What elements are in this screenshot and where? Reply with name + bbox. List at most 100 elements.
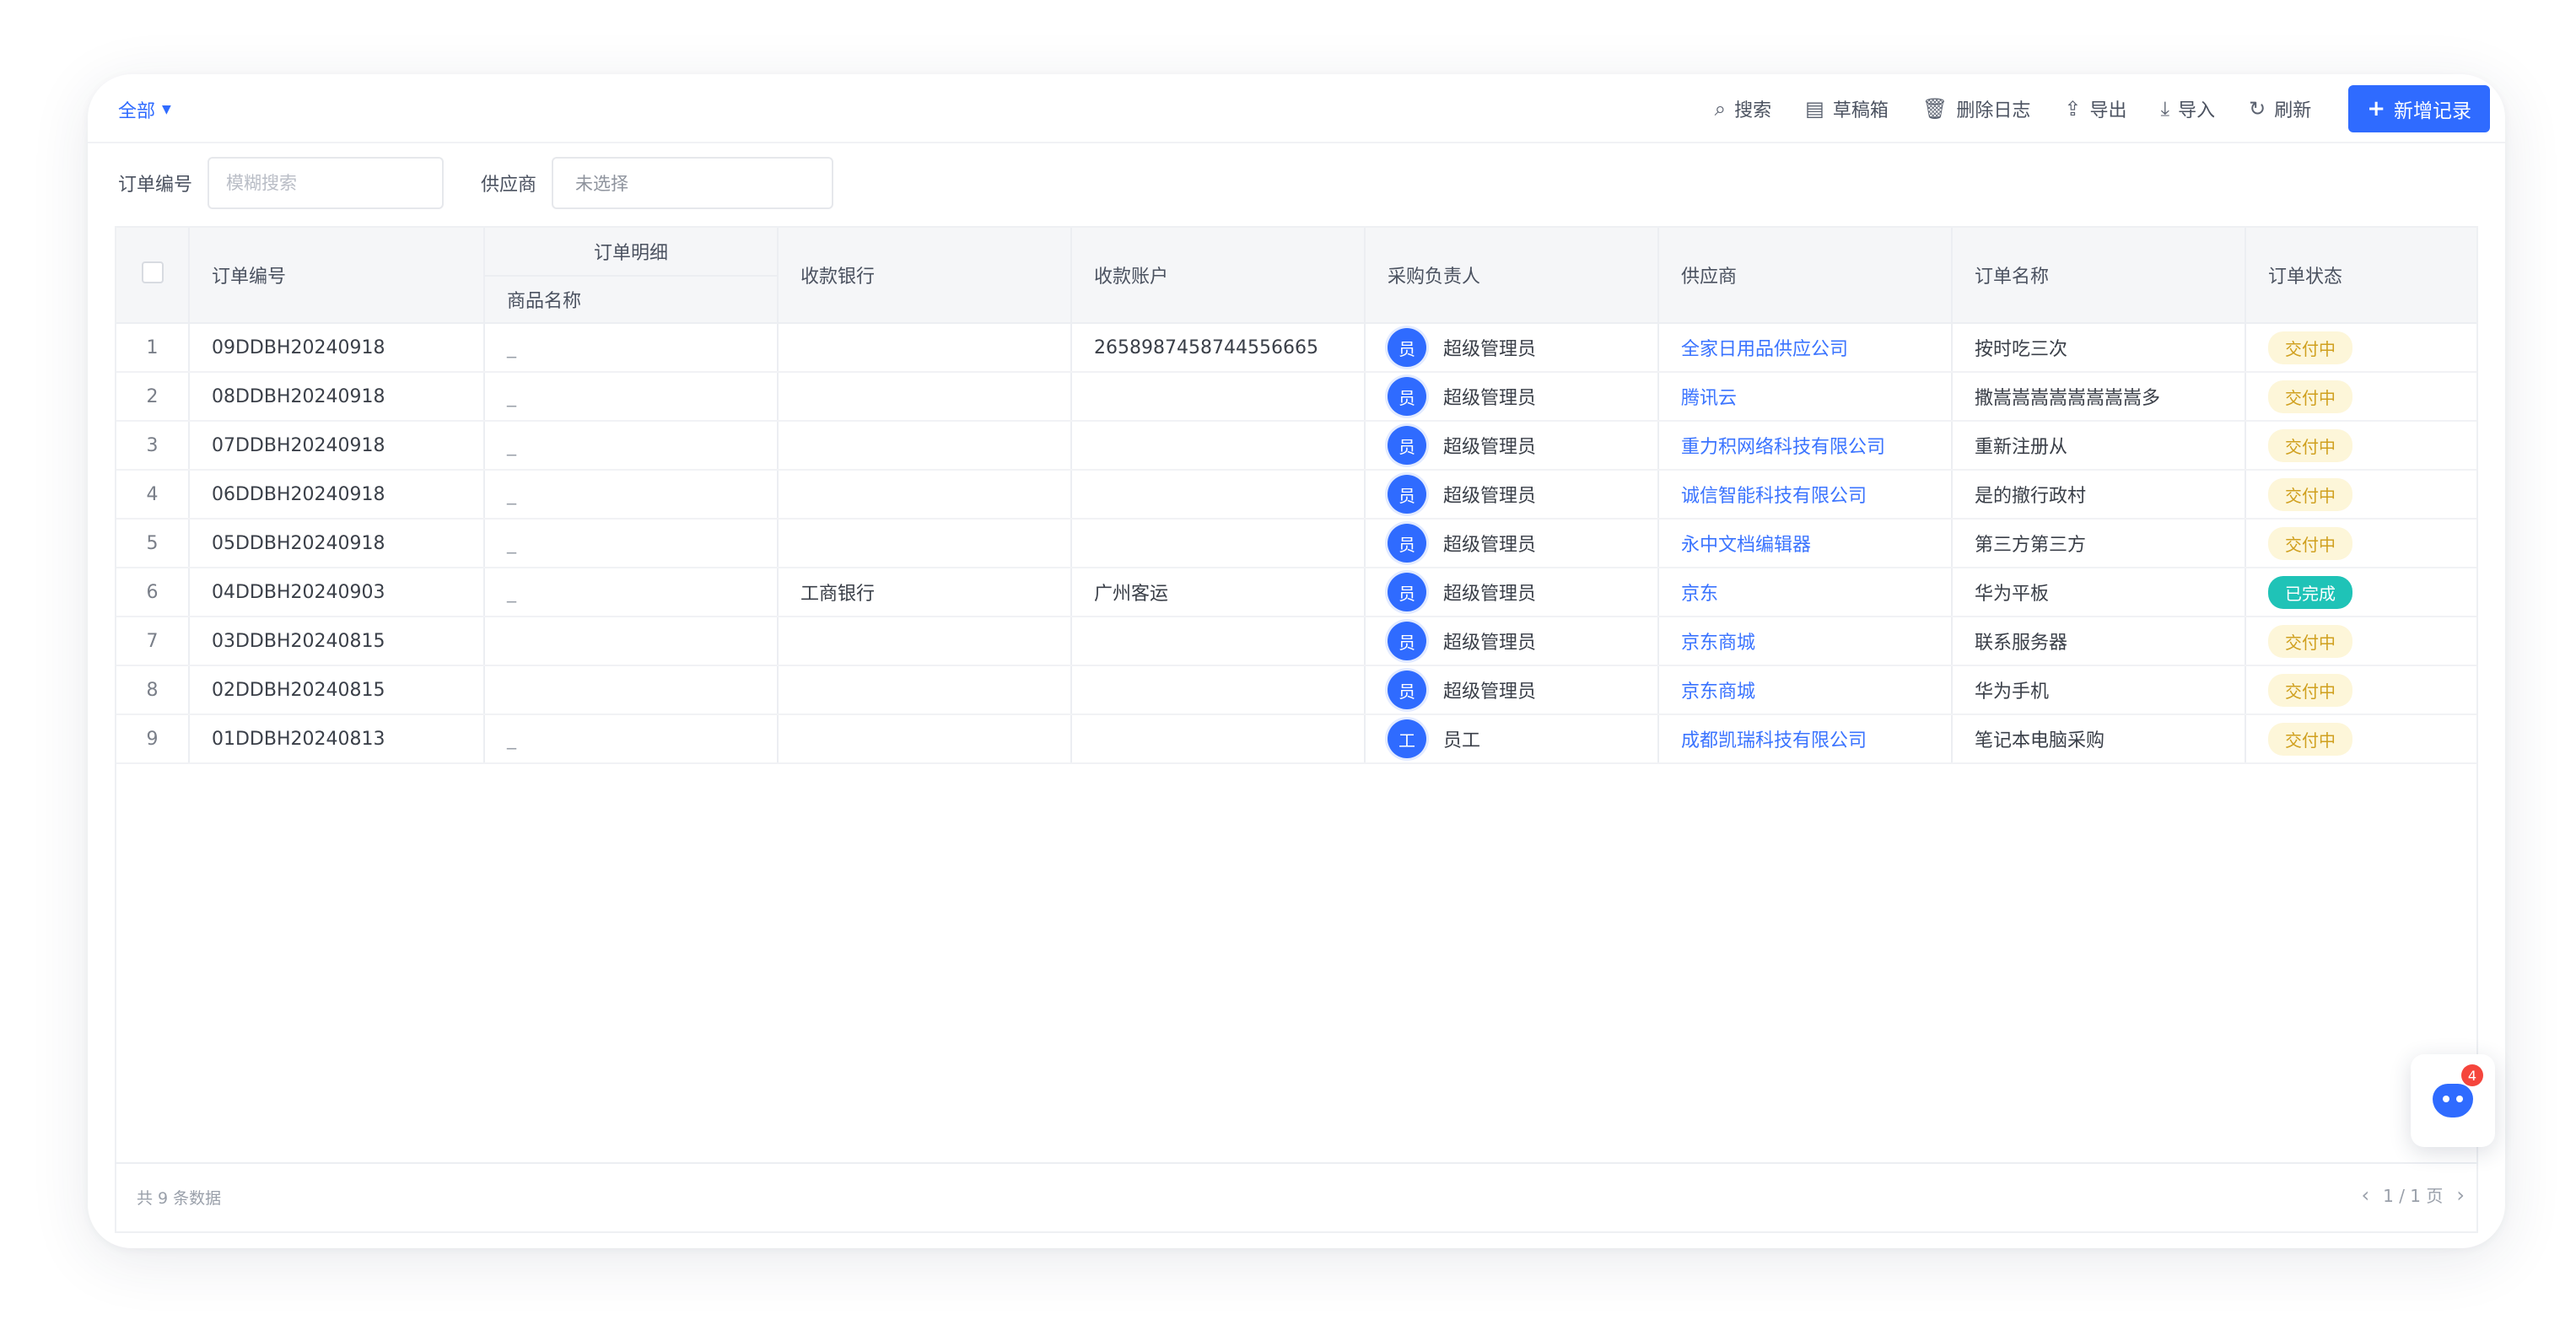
supplier-link[interactable]: 成都凯瑞科技有限公司 (1681, 730, 1867, 751)
delete-log-button[interactable]: 🗑 删除日志 (1922, 95, 2030, 122)
supplier-link[interactable]: 诚信智能科技有限公司 (1681, 486, 1867, 507)
supplier-cell: 诚信智能科技有限公司 (1658, 470, 1953, 520)
header-status[interactable]: 订单状态 (2245, 228, 2476, 324)
supplier-cell: 永中文档编辑器 (1658, 519, 1953, 568)
order-no-search-input[interactable] (207, 157, 445, 209)
footer-divider (115, 1162, 2478, 1164)
order-no-cell: 07DDBH20240918 (189, 421, 485, 471)
product-name-cell (484, 617, 779, 666)
select-all-checkbox[interactable] (141, 261, 164, 283)
buyer-name: 超级管理员 (1443, 681, 1537, 703)
buyer-cell: 员超级管理员 (1365, 519, 1659, 568)
buyer-name: 超级管理员 (1443, 339, 1537, 360)
supplier-link[interactable]: 京东商城 (1681, 681, 1755, 703)
row-index: 8 (116, 665, 190, 715)
header-order-name[interactable]: 订单名称 (1952, 228, 2246, 324)
order-name-cell: 撒嵩嵩嵩嵩嵩嵩嵩嵩多 (1952, 372, 2246, 422)
buyer-name: 超级管理员 (1443, 535, 1537, 556)
supplier-link[interactable]: 京东 (1681, 584, 1718, 605)
order-no-cell: 08DDBH20240918 (189, 372, 485, 422)
next-page-icon[interactable]: › (2456, 1183, 2465, 1207)
account-cell: 广州客运 (1071, 568, 1366, 617)
supplier-cell: 京东商城 (1658, 665, 1953, 715)
toolbar-divider (88, 142, 2505, 143)
table-row[interactable]: 2 08DDBH20240918 _ 员超级管理员 腾讯云 撒嵩嵩嵩嵩嵩嵩嵩嵩多 交付中 (116, 372, 2476, 422)
order-no-cell: 06DDBH20240918 (189, 470, 485, 520)
search-button[interactable]: ⌕ 搜索 (1715, 95, 1771, 122)
buyer-cell: 员超级管理员 (1365, 665, 1659, 715)
buyer-cell: 工员工 (1365, 714, 1659, 764)
trash-icon: 🗑 (1921, 97, 1948, 121)
bank-cell (778, 714, 1072, 764)
supplier-link[interactable]: 京东商城 (1681, 633, 1755, 654)
bank-cell (778, 470, 1072, 520)
robot-icon (2433, 1084, 2473, 1118)
status-badge: 已完成 (2268, 575, 2352, 609)
refresh-button[interactable]: ↻ 刷新 (2249, 95, 2311, 122)
import-button-label: 导入 (2178, 100, 2216, 121)
header-bank[interactable]: 收款银行 (778, 228, 1072, 324)
buyer-name: 员工 (1443, 730, 1481, 751)
orders-table: 订单编号 订单明细 收款银行 收款账户 采购负责人 供应商 订单名称 订单状态 … (115, 226, 2478, 1233)
bank-cell: 工商银行 (778, 568, 1072, 617)
table-row[interactable]: 5 05DDBH20240918 _ 员超级管理员 永中文档编辑器 第三方第三方 交付中 (116, 519, 2476, 568)
supplier-link[interactable]: 重力积网络科技有限公司 (1681, 437, 1885, 458)
status-cell: 已完成 (2245, 568, 2476, 617)
supplier-link[interactable]: 全家日用品供应公司 (1681, 339, 1848, 360)
order-no-cell: 09DDBH20240918 (189, 323, 485, 373)
header-buyer[interactable]: 采购负责人 (1365, 228, 1659, 324)
buyer-name: 超级管理员 (1443, 437, 1537, 458)
add-record-button[interactable]: + 新增记录 (2348, 85, 2490, 132)
table-row[interactable]: 4 06DDBH20240918 _ 员超级管理员 诚信智能科技有限公司 是的撤行政村 交付… (116, 470, 2476, 520)
buyer-name: 超级管理员 (1443, 388, 1537, 409)
main-card: 全部 ▼ ⌕ 搜索 ▤ 草稿箱 🗑 删除日志 ⇪ 导出 ⤓ 导入 ↻ 刷新 + (88, 74, 2505, 1248)
account-cell (1071, 617, 1366, 666)
row-index: 3 (116, 421, 190, 471)
buyer-cell: 员超级管理员 (1365, 470, 1659, 520)
bank-cell (778, 665, 1072, 715)
bank-cell (778, 323, 1072, 373)
table-row[interactable]: 9 01DDBH20240813 _ 工员工 成都凯瑞科技有限公司 笔记本电脑采购 交付中 (116, 714, 2476, 764)
supplier-select[interactable]: 未选择 (552, 157, 834, 209)
table-row[interactable]: 6 04DDBH20240903 _ 工商银行 广州客运员超级管理员 京东 华为平板 已完成 (116, 568, 2476, 617)
assistant-float-button[interactable]: 4 (2411, 1054, 2495, 1147)
table-row[interactable]: 7 03DDBH20240815 员超级管理员 京东商城 联系服务器 交付中 (116, 617, 2476, 666)
row-index: 5 (116, 519, 190, 568)
table-row[interactable]: 3 07DDBH20240918 _ 员超级管理员 重力积网络科技有限公司 重新注册从 交付… (116, 421, 2476, 471)
avatar: 工 (1388, 719, 1426, 758)
header-supplier[interactable]: 供应商 (1658, 228, 1953, 324)
order-name-cell: 联系服务器 (1952, 617, 2246, 666)
avatar: 员 (1388, 524, 1426, 563)
drafts-button-label: 草稿箱 (1832, 100, 1889, 121)
header-account[interactable]: 收款账户 (1071, 228, 1366, 324)
order-name-cell: 华为手机 (1952, 665, 2246, 715)
table-row[interactable]: 1 09DDBH20240918 _ 2658987458744556665 员超级管理… (116, 323, 2476, 373)
prev-page-icon[interactable]: ‹ (2362, 1183, 2370, 1207)
caret-down-icon: ▼ (162, 103, 171, 116)
buyer-cell: 员超级管理员 (1365, 568, 1659, 617)
avatar: 员 (1388, 475, 1426, 514)
export-icon: ⇪ (2064, 97, 2082, 121)
supplier-select-value: 未选择 (575, 174, 629, 194)
import-icon: ⤓ (2160, 97, 2170, 121)
header-order-no[interactable]: 订单编号 (189, 228, 485, 324)
bank-cell (778, 519, 1072, 568)
export-button[interactable]: ⇪ 导出 (2064, 95, 2126, 122)
status-cell: 交付中 (2245, 665, 2476, 715)
row-index: 6 (116, 568, 190, 617)
order-name-cell: 第三方第三方 (1952, 519, 2246, 568)
avatar: 员 (1388, 377, 1426, 416)
import-button[interactable]: ⤓ 导入 (2160, 95, 2215, 122)
status-badge: 交付中 (2268, 673, 2352, 707)
header-product-name[interactable]: 商品名称 (484, 276, 779, 324)
view-selector[interactable]: 全部 ▼ (118, 89, 171, 130)
supplier-cell: 京东 (1658, 568, 1953, 617)
supplier-link[interactable]: 永中文档编辑器 (1681, 535, 1811, 556)
order-no-cell: 02DDBH20240815 (189, 665, 485, 715)
avatar: 员 (1388, 328, 1426, 367)
table-row[interactable]: 8 02DDBH20240815 员超级管理员 京东商城 华为手机 交付中 (116, 665, 2476, 715)
drafts-button[interactable]: ▤ 草稿箱 (1805, 95, 1889, 122)
product-name-cell: _ (484, 714, 779, 764)
supplier-cell: 京东商城 (1658, 617, 1953, 666)
supplier-link[interactable]: 腾讯云 (1681, 388, 1737, 409)
